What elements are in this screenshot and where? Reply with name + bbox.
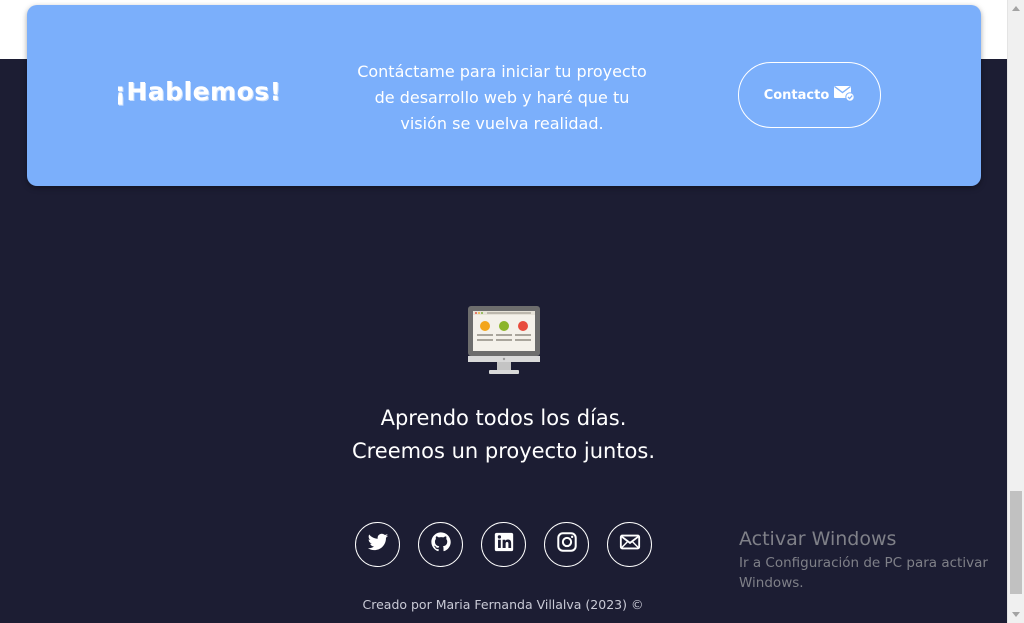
cta-title: ¡Hablemos! — [114, 77, 282, 106]
instagram-icon — [556, 531, 578, 558]
contact-cta-card: ¡Hablemos! Contáctame para iniciar tu pr… — [27, 5, 981, 186]
linkedin-link[interactable] — [481, 522, 526, 567]
footer-credit: Creado por Maria Fernanda Villalva (2023… — [362, 597, 644, 612]
github-icon — [430, 531, 452, 558]
contact-button-label: Contacto — [763, 87, 830, 103]
scrollbar-thumb[interactable] — [1010, 491, 1022, 594]
scroll-down-arrow-icon[interactable] — [1008, 606, 1024, 623]
twitter-icon — [367, 531, 389, 558]
windows-activation-subtitle: Ir a Configuración de PC para activar Wi… — [739, 555, 988, 591]
cta-description-line: visión se vuelva realidad. — [400, 114, 604, 133]
cta-description-line: de desarrollo web y haré que tu — [374, 88, 630, 107]
windows-activation-title: Activar Windows — [739, 528, 897, 550]
contact-button[interactable]: Contacto — [738, 62, 881, 128]
mail-icon — [619, 531, 641, 558]
email-link[interactable] — [607, 522, 652, 567]
cta-description-line: Contáctame para iniciar tu proyecto — [357, 62, 647, 81]
cta-description: Contáctame para iniciar tu proyecto de d… — [357, 59, 647, 137]
footer-tagline: Creemos un proyecto juntos. — [351, 439, 656, 463]
footer-tagline: Aprendo todos los días. — [380, 406, 627, 430]
twitter-link[interactable] — [355, 522, 400, 567]
mail-check-icon — [833, 84, 855, 106]
linkedin-icon — [493, 531, 515, 558]
vertical-scrollbar[interactable] — [1007, 0, 1024, 623]
scroll-up-arrow-icon[interactable] — [1008, 0, 1024, 17]
monitor-icon — [466, 304, 542, 376]
instagram-link[interactable] — [544, 522, 589, 567]
github-link[interactable] — [418, 522, 463, 567]
